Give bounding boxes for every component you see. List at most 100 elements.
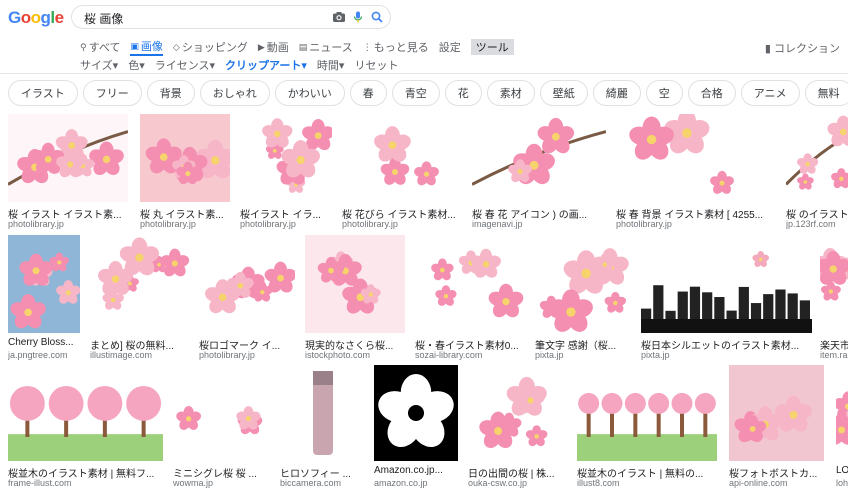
image-result[interactable]: 桜フォトボストカ... api-online.com <box>729 365 824 491</box>
mic-icon[interactable] <box>351 10 365 24</box>
result-thumbnail[interactable] <box>8 235 80 333</box>
result-thumbnail[interactable] <box>305 235 405 333</box>
image-result[interactable]: 桜 春 花 アイコン ) の画... imagenavi.jp <box>472 114 606 232</box>
chip-2[interactable]: 背景 <box>146 80 195 106</box>
sakura-illustration <box>378 373 454 448</box>
sakura-illustration <box>8 385 163 461</box>
image-icon: ▣ <box>130 40 139 51</box>
result-thumbnail[interactable] <box>90 235 190 333</box>
search-box[interactable]: 桜 画像 <box>71 5 391 29</box>
sakura-illustration <box>820 247 848 301</box>
tab-label: 画像 <box>140 41 163 53</box>
result-thumbnail[interactable] <box>616 114 774 202</box>
sakura-illustration <box>786 115 848 190</box>
result-thumbnail[interactable] <box>641 235 812 333</box>
result-thumbnail[interactable] <box>240 114 332 202</box>
result-caption[interactable]: Cherry Bloss... <box>8 337 80 348</box>
result-thumbnail[interactable] <box>8 114 128 202</box>
filter-license[interactable]: ライセンス▾ <box>155 57 215 73</box>
image-result[interactable]: 桜 のイラスト jp.123rf.com <box>786 114 848 232</box>
result-thumbnail[interactable] <box>199 235 295 333</box>
chip-6[interactable]: 青空 <box>391 80 440 106</box>
image-result[interactable]: 楽天市 item.ra <box>820 235 848 363</box>
filter-reset[interactable]: リセット <box>354 57 398 73</box>
more-icon: ⋮ <box>362 41 372 52</box>
sakura-illustration <box>262 118 332 193</box>
image-result[interactable]: まとめ] 桜の無料... illustimage.com <box>90 235 190 363</box>
image-result[interactable]: 桜ロゴマーク イ... photolibrary.jp <box>199 235 295 363</box>
result-thumbnail[interactable] <box>415 235 525 333</box>
chip-7[interactable]: 花 <box>444 80 482 106</box>
chip-3[interactable]: おしゃれ <box>199 80 270 106</box>
search-input[interactable]: 桜 画像 <box>84 10 123 27</box>
result-thumbnail[interactable] <box>342 114 462 202</box>
sakura-illustration <box>205 261 295 314</box>
tab-label: 動画 <box>266 42 289 54</box>
image-result[interactable]: ヒロソフィー ... biccamera.com <box>280 365 366 491</box>
chip-12[interactable]: 合格 <box>687 80 736 106</box>
result-thumbnail[interactable] <box>140 114 230 202</box>
chip-8[interactable]: 素材 <box>486 80 535 106</box>
image-result[interactable]: Amazon.co.jp... amazon.co.jp <box>374 365 458 491</box>
image-result[interactable]: 桜イラスト イラ... photolibrary.jp <box>240 114 332 232</box>
image-result[interactable]: 日の出間の桜 | 株... ouka-csw.co.jp <box>468 365 564 491</box>
result-domain: pixta.jp <box>641 350 670 360</box>
result-thumbnail[interactable] <box>280 365 366 461</box>
filter-type[interactable]: クリップアート▾ <box>225 57 307 73</box>
filter-size[interactable]: サイズ▾ <box>80 57 118 73</box>
image-result[interactable]: 筆文字 感謝（桜... pixta.jp <box>535 235 631 363</box>
collection-link[interactable]: ▮ コレクション <box>765 40 840 56</box>
settings-link[interactable]: 設定 <box>439 39 461 55</box>
chip-4[interactable]: かわいい <box>274 80 345 106</box>
chip-5[interactable]: 春 <box>349 80 387 106</box>
image-result[interactable]: 現実的なさくら桜... istockphoto.com <box>305 235 405 363</box>
image-result[interactable]: 桜 春 背景 イラスト素材 [ 4255... photolibrary.jp <box>616 114 774 232</box>
filter-time[interactable]: 時間▾ <box>317 57 345 73</box>
tab-shopping[interactable]: ◇ ショッピング <box>173 39 248 55</box>
chip-13[interactable]: アニメ <box>740 80 800 106</box>
tools-button[interactable]: ツール <box>470 39 514 55</box>
image-result[interactable]: LO loh <box>836 365 848 491</box>
camera-icon[interactable] <box>332 10 346 24</box>
image-result[interactable]: 桜並木のイラスト | 無料の... illust8.com <box>577 365 717 491</box>
image-result[interactable]: 桜日本シルエットのイラスト素材... pixta.jp <box>641 235 812 363</box>
result-thumbnail[interactable] <box>374 365 458 461</box>
result-thumbnail[interactable] <box>173 365 269 461</box>
chip-11[interactable]: 空 <box>645 80 683 106</box>
chip-0[interactable]: イラスト <box>8 80 78 106</box>
tab-videos[interactable]: ▶ 動画 <box>258 39 289 55</box>
chip-9[interactable]: 壁紙 <box>539 80 588 106</box>
result-caption[interactable]: LO <box>836 465 848 476</box>
filter-color[interactable]: 色▾ <box>128 57 145 73</box>
google-logo[interactable]: Google <box>8 8 64 28</box>
image-result[interactable]: ミニシグレ桜 桜 ... wowma.jp <box>173 365 269 491</box>
image-result[interactable]: Cherry Bloss... ja.pngtree.com <box>8 235 80 363</box>
image-result[interactable]: 桜並木のイラスト素材 | 無料フ... frame-illust.com <box>8 365 163 491</box>
tab-images[interactable]: ▣ 画像 <box>130 38 163 56</box>
result-thumbnail[interactable] <box>468 365 564 461</box>
result-thumbnail[interactable] <box>820 235 848 333</box>
search-icon[interactable] <box>370 10 384 24</box>
result-thumbnail[interactable] <box>729 365 824 461</box>
image-result[interactable]: 桜 丸 イラスト素... photolibrary.jp <box>140 114 230 232</box>
image-result[interactable]: 桜 花びら イラスト素材... photolibrary.jp <box>342 114 462 232</box>
result-thumbnail[interactable] <box>577 365 717 461</box>
tab-news[interactable]: ▤ ニュース <box>299 39 353 55</box>
chip-14[interactable]: 無料 <box>804 80 848 106</box>
result-thumbnail[interactable] <box>836 365 848 461</box>
image-result[interactable]: 桜・春イラスト素材0... sozai-library.com <box>415 235 525 363</box>
logo-letter: o <box>20 8 31 27</box>
result-domain: api-online.com <box>729 478 788 488</box>
tab-label: ショッピング <box>181 42 248 54</box>
result-thumbnail[interactable] <box>8 365 163 461</box>
result-thumbnail[interactable] <box>472 114 606 202</box>
result-caption[interactable]: Amazon.co.jp... <box>374 465 458 476</box>
chip-10[interactable]: 綺麗 <box>592 80 641 106</box>
image-result[interactable]: 桜 イラスト イラスト素... photolibrary.jp <box>8 114 128 232</box>
result-domain: imagenavi.jp <box>472 219 523 229</box>
tab-more[interactable]: ⋮ もっと見る <box>363 39 429 55</box>
chip-1[interactable]: フリー <box>82 80 142 106</box>
result-thumbnail[interactable] <box>786 114 848 202</box>
tab-all[interactable]: ⚲ すべて <box>80 39 120 55</box>
result-thumbnail[interactable] <box>535 235 631 333</box>
